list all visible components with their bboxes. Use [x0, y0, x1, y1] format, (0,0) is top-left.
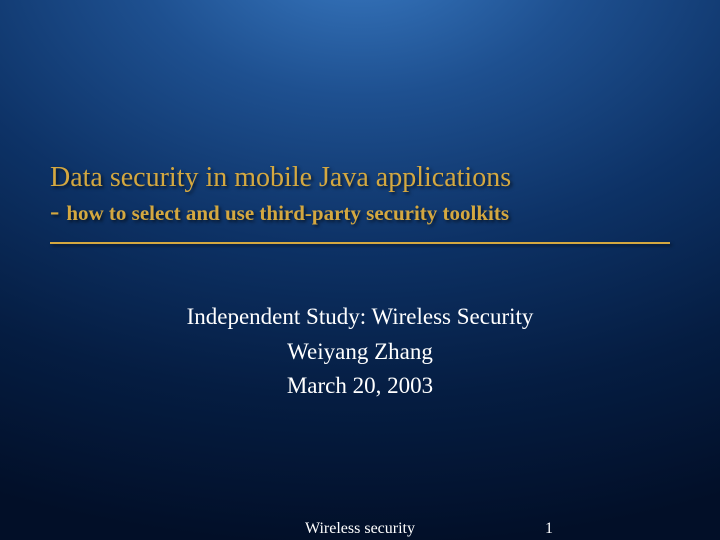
title-subtitle: how to select and use third-party securi… — [66, 201, 509, 225]
body-line-study: Independent Study: Wireless Security — [50, 300, 670, 335]
title-main: Data security in mobile Java application… — [50, 162, 511, 193]
footer-title: Wireless security — [0, 520, 720, 538]
slide: Data security in mobile Java application… — [0, 0, 720, 540]
title-dash: - — [50, 196, 66, 227]
title-underline — [50, 242, 670, 244]
footer-page-number: 1 — [545, 520, 553, 538]
body-line-date: March 20, 2003 — [50, 369, 670, 404]
body-block: Independent Study: Wireless Security Wei… — [50, 300, 670, 404]
title-block: Data security in mobile Java application… — [50, 160, 670, 244]
body-line-author: Weiyang Zhang — [50, 335, 670, 370]
